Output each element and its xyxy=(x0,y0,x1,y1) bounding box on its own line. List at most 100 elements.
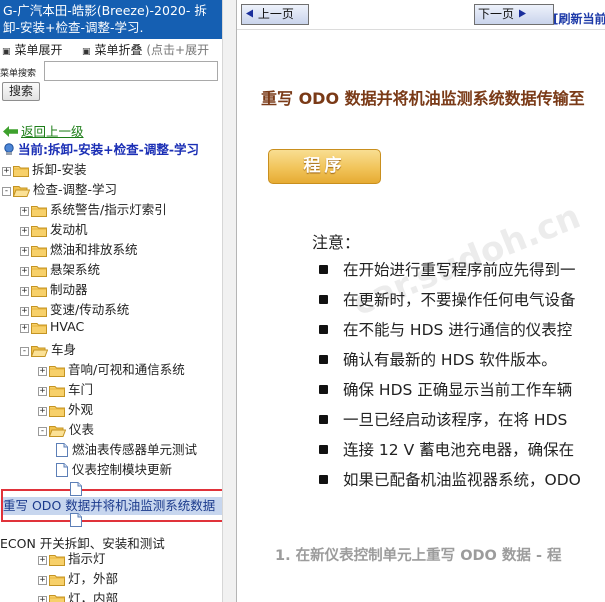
bullet-icon xyxy=(319,385,328,394)
tree-node[interactable]: + 变速/传动系统 xyxy=(20,299,129,317)
tree-node[interactable]: + 灯，外部 xyxy=(38,568,118,586)
tree-node-label: 仪表控制模块更新 xyxy=(72,462,173,477)
tree-node[interactable]: + 车门 xyxy=(38,379,93,397)
expand-toggle-icon[interactable]: + xyxy=(20,267,29,276)
page-icon xyxy=(70,481,86,499)
location-pin-icon xyxy=(4,143,14,155)
folder-icon xyxy=(31,224,47,240)
app-title: G-广汽本田-皓影(Breeze)-2020- 拆卸-安装+检查-调整-学习. xyxy=(0,0,222,39)
pane-splitter[interactable] xyxy=(222,0,237,602)
tree-node-label: HVAC xyxy=(50,319,85,334)
navigation-pane: G-广汽本田-皓影(Breeze)-2020- 拆卸-安装+检查-调整-学习. … xyxy=(0,0,222,602)
tree-node-label: 燃油表传感器单元测试 xyxy=(72,442,198,457)
folder-icon xyxy=(49,404,65,420)
expand-toggle-icon[interactable]: + xyxy=(20,227,29,236)
search-input[interactable] xyxy=(44,61,218,81)
menu-collapse-control[interactable]: ▣ 菜单折叠 (点击+展开 xyxy=(82,41,209,58)
note-text: 确认有最新的 HDS 软件版本。 xyxy=(343,351,557,369)
expand-toggle-icon[interactable]: + xyxy=(20,247,29,256)
app-window: G-广汽本田-皓影(Breeze)-2020- 拆卸-安装+检查-调整-学习. … xyxy=(0,0,605,602)
current-path-label: 当前:拆卸-安装+检查-调整-学习 xyxy=(18,142,200,157)
tree-node-label: 制动器 xyxy=(50,282,88,297)
next-page-label: 下一页 xyxy=(478,7,515,21)
menu-collapse-hint: (点击+展开 xyxy=(146,43,210,57)
expand-toggle-icon[interactable]: + xyxy=(38,387,47,396)
green-back-arrow-icon xyxy=(3,126,18,137)
collapse-toggle-icon[interactable]: - xyxy=(20,347,29,356)
procedure-button[interactable]: 程序 xyxy=(268,149,381,184)
square-icon: ▣ xyxy=(82,47,91,57)
collapse-toggle-icon[interactable]: - xyxy=(2,187,11,196)
note-text: 在开始进行重写程序前应先得到一 xyxy=(343,261,576,279)
tree-node-label: 灯，内部 xyxy=(68,591,119,602)
expand-toggle-icon[interactable]: + xyxy=(38,556,47,565)
tree-node-label: 悬架系统 xyxy=(50,262,101,277)
folder-icon xyxy=(49,384,65,400)
tree-node[interactable]: + 燃油和排放系统 xyxy=(20,239,138,257)
folder-icon xyxy=(49,553,65,569)
expand-toggle-icon[interactable]: + xyxy=(20,287,29,296)
expand-toggle-icon[interactable]: + xyxy=(38,407,47,416)
tree-node[interactable]: + 拆卸-安装 xyxy=(2,159,87,177)
open-folder-icon xyxy=(12,184,31,200)
tree-node[interactable]: + 发动机 xyxy=(20,219,88,237)
tree-node[interactable]: - 检查-调整-学习 xyxy=(2,179,117,197)
page-icon xyxy=(70,512,86,530)
tree-node[interactable]: + 悬架系统 xyxy=(20,259,100,277)
folder-icon xyxy=(49,364,65,380)
tree-node-label: 灯，外部 xyxy=(68,571,119,586)
note-text: 确保 HDS 正确显示当前工作车辆 xyxy=(343,381,573,399)
tree-node-label: 变速/传动系统 xyxy=(50,302,130,317)
page-toolbar: 上一页 下一页 [刷新当前 xyxy=(237,0,605,30)
tree-node[interactable]: - 仪表 xyxy=(38,419,94,437)
note-text: 如果已配备机油监视器系统，ODO xyxy=(343,471,581,489)
menu-expand-control[interactable]: ▣ 菜单展开 xyxy=(2,41,63,58)
bullet-icon xyxy=(319,475,328,484)
bullet-icon xyxy=(319,415,328,424)
expand-toggle-icon[interactable]: + xyxy=(2,167,11,176)
selected-tree-item[interactable]: 重写 ODO 数据并将机油监测系统数据 xyxy=(1,489,222,522)
bullet-icon xyxy=(319,325,328,334)
tree-node[interactable]: + 灯，内部 xyxy=(38,588,118,602)
tree-node[interactable]: - 车身 xyxy=(20,339,76,357)
tree-node[interactable]: 仪表控制模块更新 xyxy=(56,459,172,477)
document-title: 重写 ODO 数据并将机油监测系统数据传输至 xyxy=(261,89,585,108)
page-icon xyxy=(56,463,68,480)
note-title: 注意： xyxy=(312,233,361,252)
note-text: 连接 12 V 蓄电池充电器，确保在 xyxy=(343,441,575,459)
refresh-link[interactable]: [刷新当前 xyxy=(553,10,605,27)
tree-node[interactable]: + 系统警告/指示灯索引 xyxy=(20,199,167,217)
triangle-right-icon xyxy=(518,9,526,18)
tree-node-label: 车门 xyxy=(68,382,94,397)
expand-toggle-icon[interactable]: + xyxy=(20,324,29,333)
tree-node[interactable]: + 外观 xyxy=(38,399,93,417)
selected-tree-item-label: 重写 ODO 数据并将机油监测系统数据 xyxy=(3,497,222,515)
tree-node[interactable]: + 指示灯 xyxy=(38,548,106,566)
tree-node-label: 检查-调整-学习 xyxy=(33,182,118,197)
tree-node-label: 发动机 xyxy=(50,222,88,237)
search-button[interactable]: 搜索 xyxy=(2,82,40,101)
content-pane: 上一页 下一页 [刷新当前 重写 ODO 数据并将机油监测系统数据传输至 程序 … xyxy=(237,0,605,602)
note-text: 在不能与 HDS 进行通信的仪表控 xyxy=(343,321,573,339)
prev-page-button[interactable]: 上一页 xyxy=(241,4,309,25)
collapse-toggle-icon[interactable]: - xyxy=(38,427,47,436)
expand-toggle-icon[interactable]: + xyxy=(38,596,47,602)
expand-toggle-icon[interactable]: + xyxy=(38,367,47,376)
tree-node[interactable]: + HVAC xyxy=(20,319,84,337)
tree-node[interactable]: + 制动器 xyxy=(20,279,88,297)
triangle-left-icon xyxy=(246,9,253,18)
tree-node[interactable]: + 音响/可视和通信系统 xyxy=(38,359,185,377)
expand-toggle-icon[interactable]: + xyxy=(20,207,29,216)
menu-expand-label: 菜单展开 xyxy=(14,43,63,57)
tree-node-label: 系统警告/指示灯索引 xyxy=(50,202,167,217)
note-text: 在更新时，不要操作任何电气设备 xyxy=(343,291,576,309)
tree-node-label: 燃油和排放系统 xyxy=(50,242,138,257)
expand-toggle-icon[interactable]: + xyxy=(20,307,29,316)
tree-node[interactable]: 燃油表传感器单元测试 xyxy=(56,439,197,457)
folder-icon xyxy=(31,244,47,260)
folder-icon xyxy=(31,304,47,320)
folder-icon xyxy=(31,264,47,280)
next-page-button[interactable]: 下一页 xyxy=(474,4,554,25)
back-link[interactable]: 返回上一级 xyxy=(3,121,84,140)
expand-toggle-icon[interactable]: + xyxy=(38,576,47,585)
